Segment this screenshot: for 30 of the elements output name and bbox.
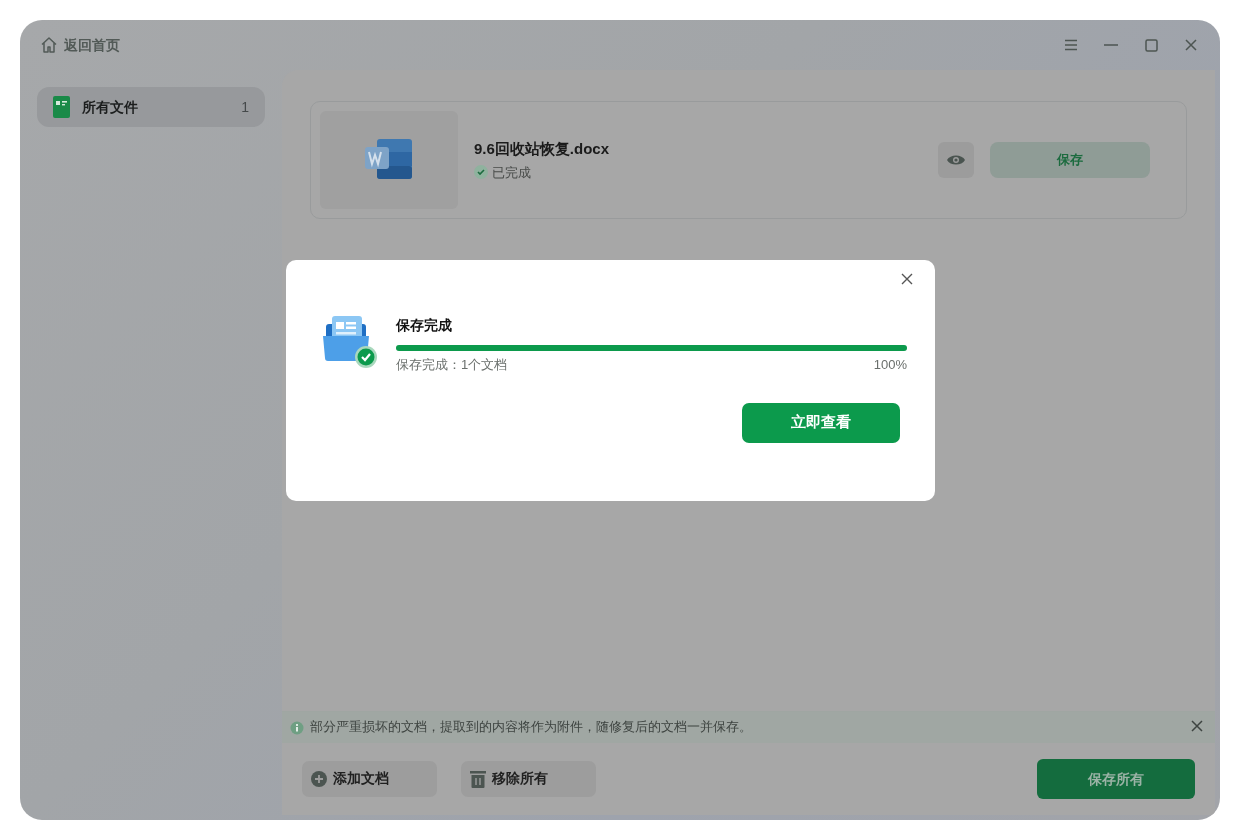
view-now-button[interactable]: 立即查看	[742, 402, 900, 443]
minimize-icon	[1104, 44, 1118, 46]
close-icon	[901, 273, 913, 285]
eye-icon	[947, 154, 965, 166]
dialog-title: 保存完成	[396, 317, 453, 335]
home-icon	[40, 36, 58, 54]
dialog-close-button[interactable]	[901, 273, 915, 287]
progress-percent: 100%	[873, 356, 907, 375]
plus-icon	[311, 771, 327, 787]
file-name: 9.6回收站恢复.docx	[474, 139, 610, 159]
close-icon	[1185, 39, 1197, 51]
add-document-button[interactable]: 添加文档	[302, 761, 437, 797]
maximize-icon	[1144, 38, 1158, 52]
progress-detail: 保存完成：1个文档	[396, 356, 508, 375]
remove-all-button[interactable]: 移除所有	[461, 761, 596, 797]
folder-icon	[53, 96, 70, 118]
document-icon	[365, 139, 413, 181]
file-status: 已完成	[492, 163, 531, 182]
trash-icon	[470, 770, 486, 788]
save-all-button[interactable]: 保存所有	[1037, 759, 1195, 799]
maximize-button[interactable]	[1142, 36, 1160, 54]
preview-button[interactable]	[938, 142, 974, 178]
menu-icon	[1064, 39, 1078, 51]
check-icon	[474, 165, 488, 180]
save-button[interactable]: 保存	[990, 142, 1150, 178]
sidebar-item[interactable]: 所有文件 1	[37, 87, 265, 127]
close-icon	[1191, 719, 1203, 732]
info-icon	[290, 720, 304, 735]
folder-check-drawing	[322, 316, 378, 370]
back-home-link[interactable]: 返回首页	[40, 34, 120, 56]
